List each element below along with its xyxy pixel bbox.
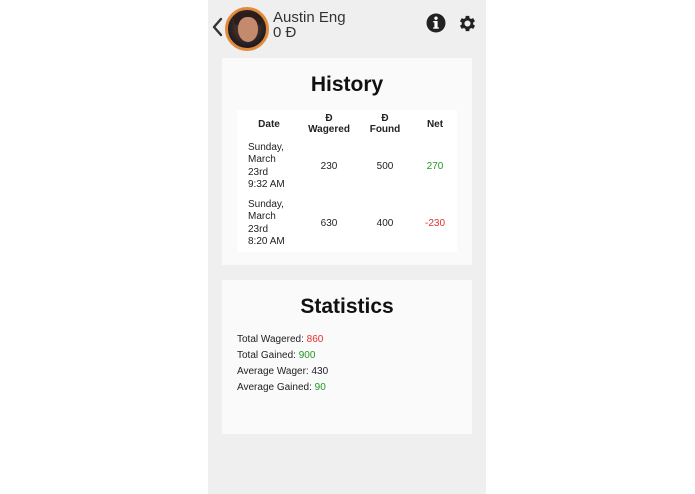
profile-header: Austin Eng 0 Đ <box>208 0 486 51</box>
found-cell: 500 <box>376 161 394 172</box>
avatar[interactable] <box>225 7 269 51</box>
column-wagered: Đ Wagered <box>308 113 350 135</box>
history-header-row: Date Đ Wagered Đ Found Net <box>237 110 457 138</box>
stat-average-wager: Average Wager: 430 <box>237 366 329 377</box>
statistics-title: Statistics <box>300 295 394 318</box>
table-row: Sunday, March 23rd 9:32 AM 230 500 270 <box>237 138 457 195</box>
stat-value: 90 <box>314 382 326 393</box>
net-cell: 270 <box>426 161 444 172</box>
stat-value: 430 <box>311 366 329 377</box>
stat-value: 860 <box>306 334 324 345</box>
net-cell: -230 <box>424 218 445 229</box>
table-row: Sunday, March 23rd 8:20 AM 630 400 -230 <box>237 195 457 252</box>
avatar-face <box>238 17 258 42</box>
settings-button[interactable] <box>457 13 478 34</box>
statistics-card: Statistics Total Wagered: 860 Total Gain… <box>222 280 472 434</box>
date-cell: Sunday, March 23rd 8:20 AM <box>248 198 285 248</box>
info-button[interactable] <box>426 13 446 33</box>
statistics-list: Total Wagered: 860 Total Gained: 900 Ave… <box>237 332 328 396</box>
wagered-cell: 230 <box>320 161 338 172</box>
wagered-cell: 630 <box>320 218 338 229</box>
history-table: Date Đ Wagered Đ Found Net Sunday, March 2… <box>237 110 457 252</box>
column-net: Net <box>426 118 444 130</box>
user-balance: 0 Đ <box>273 24 297 41</box>
found-cell: 400 <box>376 218 394 229</box>
history-card: History Date Đ Wagered Đ Found Net Sunday,… <box>222 58 472 265</box>
stat-total-wagered: Total Wagered: 860 <box>237 334 324 345</box>
column-found: Đ Found <box>369 113 401 135</box>
stat-average-gained: Average Gained: 90 <box>237 382 326 393</box>
back-button[interactable] <box>210 16 224 38</box>
gear-icon <box>459 15 476 32</box>
chevron-left-icon <box>212 17 223 37</box>
date-cell: Sunday, March 23rd 9:32 AM <box>248 141 285 191</box>
stat-value: 900 <box>298 350 316 361</box>
info-circle-icon <box>426 13 446 33</box>
history-title: History <box>310 73 384 96</box>
column-date: Date <box>258 118 280 130</box>
stat-total-gained: Total Gained: 900 <box>237 350 316 361</box>
app-screen: Austin Eng 0 Đ History Date Đ Wagered Đ … <box>208 0 486 494</box>
